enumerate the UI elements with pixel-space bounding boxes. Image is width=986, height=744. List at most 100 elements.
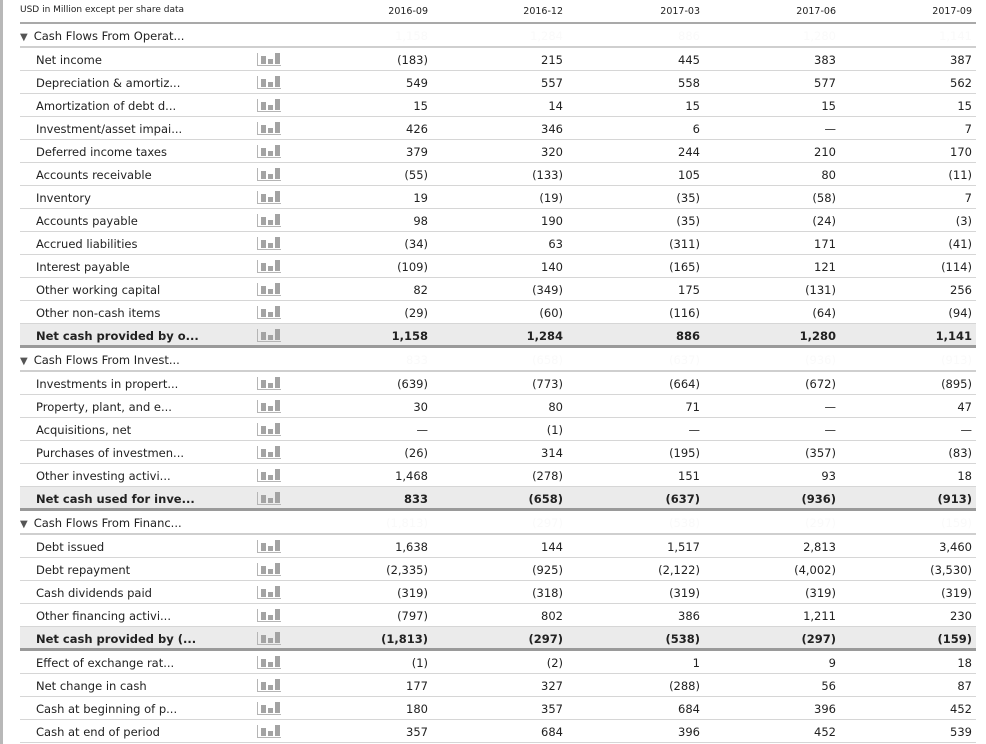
bar-chart-icon[interactable] — [257, 702, 281, 715]
section-header[interactable]: ▼ Cash Flows From Operat... 1,158 1,284 886 1… — [20, 24, 976, 48]
table-row: Investment/asset impai... 426 346 6 — 7 — [20, 117, 976, 140]
cell-value: 562 — [950, 76, 972, 90]
cell-value: 210 — [814, 145, 836, 159]
bar-chart-icon[interactable] — [257, 632, 281, 645]
section-title-wrap[interactable]: ▼ Cash Flows From Invest... — [20, 353, 180, 367]
cell-value: 18 — [957, 656, 972, 670]
cell-value: (773) — [532, 377, 563, 391]
cell-value: 383 — [814, 53, 836, 67]
cell-value: 175 — [678, 283, 700, 297]
cell-value: 15 — [821, 99, 836, 113]
bar-chart-icon[interactable] — [257, 446, 281, 459]
cell-value: 1,211 — [803, 609, 836, 623]
section-hidden-value: 886 — [678, 29, 700, 43]
cell-value: 357 — [406, 725, 428, 739]
table-row: Property, plant, and e... 30 80 71 — 47 — [20, 395, 976, 418]
left-border — [0, 0, 3, 744]
bar-chart-icon[interactable] — [257, 609, 281, 622]
section-header[interactable]: ▼ Cash Flows From Invest... 833 (658) (637) (… — [20, 348, 976, 372]
cell-value: (672) — [805, 377, 836, 391]
bar-chart-icon[interactable] — [257, 540, 281, 553]
bar-chart-icon[interactable] — [257, 400, 281, 413]
table-row: Other investing activi... 1,468 (278) 151 93… — [20, 464, 976, 487]
section-header[interactable]: ▼ Cash Flows From Financ... (1,813) (297) (5… — [20, 511, 976, 535]
bar-chart-icon[interactable] — [257, 145, 281, 158]
cell-value: 105 — [678, 168, 700, 182]
collapse-triangle-icon[interactable]: ▼ — [20, 32, 28, 43]
cell-value: (83) — [948, 446, 972, 460]
cell-value: 1 — [692, 656, 700, 670]
bar-chart-icon[interactable] — [257, 423, 281, 436]
bar-chart-icon[interactable] — [257, 586, 281, 599]
bar-chart-icon[interactable] — [257, 306, 281, 319]
bar-chart-icon[interactable] — [257, 237, 281, 250]
row-label: Acquisitions, net — [36, 423, 132, 437]
cell-value: (297) — [528, 632, 563, 646]
bar-chart-icon[interactable] — [257, 656, 281, 669]
table-row: Purchases of investmen... (26) 314 (195) (35… — [20, 441, 976, 464]
row-label: Investment/asset impai... — [36, 122, 183, 136]
cell-value: 833 — [403, 492, 428, 506]
cell-value: 87 — [957, 679, 972, 693]
bar-chart-icon[interactable] — [257, 191, 281, 204]
bar-chart-icon[interactable] — [257, 168, 281, 181]
collapse-triangle-icon[interactable]: ▼ — [20, 356, 28, 367]
row-label: Net cash provided by (... — [36, 632, 197, 646]
cell-value: (278) — [532, 469, 563, 483]
cell-value: (349) — [532, 283, 563, 297]
section-hidden-value: 1,158 — [395, 29, 428, 43]
bar-chart-icon[interactable] — [257, 99, 281, 112]
cell-value: (133) — [532, 168, 563, 182]
cell-value: 886 — [675, 329, 700, 343]
bar-chart-icon[interactable] — [257, 329, 281, 342]
cell-value: 802 — [541, 609, 563, 623]
row-label: Accounts receivable — [36, 168, 152, 182]
table-row: Investments in propert... (639) (773) (664)… — [20, 372, 976, 395]
row-label: Net cash used for inve... — [36, 492, 195, 506]
bar-chart-icon[interactable] — [257, 469, 281, 482]
cell-value: — — [824, 400, 837, 414]
cell-value: 98 — [413, 214, 428, 228]
bar-chart-icon[interactable] — [257, 283, 281, 296]
cell-value: — — [960, 423, 973, 437]
total-row: Net cash provided by o... 1,158 1,284 886 1,… — [20, 324, 976, 348]
cell-value: 244 — [678, 145, 700, 159]
table-row: Interest payable (109) 140 (165) 121 (114) — [20, 255, 976, 278]
row-label: Net change in cash — [36, 679, 147, 693]
section-title-wrap[interactable]: ▼ Cash Flows From Operat... — [20, 29, 184, 43]
row-label: Accrued liabilities — [36, 237, 138, 251]
cell-value: 557 — [541, 76, 563, 90]
bar-chart-icon[interactable] — [257, 725, 281, 738]
cell-value: (58) — [812, 191, 836, 205]
cell-value: 386 — [678, 609, 700, 623]
section-hidden-value: 1,284 — [530, 29, 563, 43]
cell-value: (319) — [397, 586, 428, 600]
collapse-triangle-icon[interactable]: ▼ — [20, 519, 28, 530]
table-row: Accrued liabilities (34) 63 (311) 171 (41) — [20, 232, 976, 255]
bar-chart-icon[interactable] — [257, 679, 281, 692]
cell-value: (24) — [812, 214, 836, 228]
cell-value: (116) — [669, 306, 700, 320]
cell-value: 684 — [678, 702, 700, 716]
cell-value: 314 — [541, 446, 563, 460]
bar-chart-icon[interactable] — [257, 563, 281, 576]
cell-value: (131) — [805, 283, 836, 297]
section-hidden-value: 1,280 — [803, 29, 836, 43]
bar-chart-icon[interactable] — [257, 214, 281, 227]
row-label: Effect of exchange rat... — [36, 656, 175, 670]
bar-chart-icon[interactable] — [257, 122, 281, 135]
table-row: Accounts receivable (55) (133) 105 80 (11) — [20, 163, 976, 186]
cell-value: 357 — [541, 702, 563, 716]
bar-chart-icon[interactable] — [257, 260, 281, 273]
cell-value: 171 — [814, 237, 836, 251]
bar-chart-icon[interactable] — [257, 53, 281, 66]
cell-value: (639) — [397, 377, 428, 391]
table-row: Debt issued 1,638 144 1,517 2,813 3,460 — [20, 535, 976, 558]
section-title-wrap[interactable]: ▼ Cash Flows From Financ... — [20, 516, 182, 530]
section-hidden-value: (1,813) — [386, 516, 428, 530]
bar-chart-icon[interactable] — [257, 492, 281, 505]
bar-chart-icon[interactable] — [257, 377, 281, 390]
cell-value: 3,460 — [939, 540, 972, 554]
cell-value: (925) — [532, 563, 563, 577]
bar-chart-icon[interactable] — [257, 76, 281, 89]
